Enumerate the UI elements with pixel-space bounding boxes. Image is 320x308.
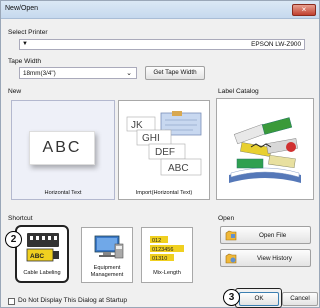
mix-length-icon: 012 0123456 01310 xyxy=(150,236,184,262)
new-import-horizontal-text-tile[interactable]: JK GHI DEF ABC Import(Horizontal Text) xyxy=(118,100,210,200)
tape-width-value: 18mm(3/4") xyxy=(23,70,56,77)
get-tape-width-button[interactable]: Get Tape Width xyxy=(145,66,205,80)
cancel-button[interactable]: Cancel xyxy=(282,292,318,306)
printer-dropdown[interactable]: ▼ EPSON LW-Z900 xyxy=(19,39,305,50)
shortcut-section-label: Shortcut xyxy=(8,215,33,222)
preview-text: ABC xyxy=(42,139,82,156)
import-line-3: DEF xyxy=(155,147,175,158)
new-horizontal-text-tile[interactable]: ABC Horizontal Text xyxy=(11,100,115,200)
new-open-dialog: New/Open × Select Printer ▼ EPSON LW-Z90… xyxy=(0,0,320,308)
mix-number-2: 0123456 xyxy=(152,247,173,253)
mix-number-3: 01310 xyxy=(152,256,167,262)
callout-badge-3: 3 xyxy=(223,289,240,306)
tape-width-label: Tape Width xyxy=(8,58,41,65)
printer-value: EPSON LW-Z900 xyxy=(251,41,301,48)
startup-checkbox[interactable] xyxy=(8,298,15,305)
cable-mini-text: ABC xyxy=(30,253,44,260)
shortcut-equipment-management-tile[interactable]: Equipment Management xyxy=(81,227,133,283)
label-catalog-button[interactable] xyxy=(216,98,314,200)
open-section-label: Open xyxy=(218,215,235,222)
chevron-down-icon: ⌄ xyxy=(126,70,132,77)
dropdown-arrow-icon: ▼ xyxy=(22,41,28,47)
label-catalog-label: Label Catalog xyxy=(218,88,259,95)
history-folder-icon xyxy=(225,253,237,264)
import-horizontal-text-label: Import(Horizontal Text) xyxy=(135,190,193,196)
cable-label-icon: ABC xyxy=(26,233,59,262)
cable-labeling-label: Cable Labeling xyxy=(23,270,61,276)
horizontal-text-label: Horizontal Text xyxy=(44,190,82,196)
select-printer-label: Select Printer xyxy=(8,29,48,36)
ok-highlight-box xyxy=(235,288,282,308)
new-section-label: New xyxy=(8,88,22,95)
view-history-button[interactable]: View History xyxy=(220,249,311,267)
equipment-icon xyxy=(94,235,124,259)
import-text-preview-icon: JK GHI DEF ABC xyxy=(126,111,202,176)
open-file-label: Open File xyxy=(259,232,287,239)
horizontal-text-preview: ABC xyxy=(29,131,95,165)
close-button[interactable]: × xyxy=(292,4,316,16)
shortcut-mix-length-tile[interactable]: 012 0123456 01310 Mix-Length xyxy=(141,227,193,283)
window-title: New/Open xyxy=(5,5,39,12)
open-file-button[interactable]: Open File xyxy=(220,226,311,244)
equipment-management-label: Equipment Management xyxy=(90,265,124,278)
mix-number-1: 012 xyxy=(152,238,161,244)
import-line-1: JK xyxy=(131,120,143,131)
label-catalog-icon xyxy=(229,117,301,183)
import-line-4: ABC xyxy=(168,163,189,174)
startup-checkbox-label: Do Not Display This Dialog at Startup xyxy=(18,297,128,304)
callout-badge-2: 2 xyxy=(5,231,22,248)
title-bar: New/Open × xyxy=(1,1,319,19)
import-line-2: GHI xyxy=(142,133,160,144)
view-history-label: View History xyxy=(257,255,292,262)
shortcut-cable-labeling-tile[interactable]: ABC Cable Labeling xyxy=(15,225,69,283)
mix-length-label: Mix-Length xyxy=(153,270,181,276)
open-folder-icon xyxy=(225,230,237,241)
tape-width-select[interactable]: 18mm(3/4") ⌄ xyxy=(19,67,137,79)
